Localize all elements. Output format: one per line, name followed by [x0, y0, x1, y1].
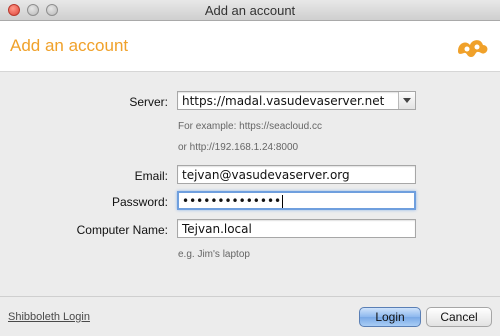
chevron-down-icon[interactable]: [398, 92, 415, 109]
password-value: ••••••••••••••: [182, 194, 282, 208]
password-label: Password:: [111, 195, 168, 209]
footer-divider: [0, 296, 500, 297]
server-label: Server:: [129, 95, 168, 109]
computer-name-hint: e.g. Jim's laptop: [178, 249, 250, 260]
computer-name-label: Computer Name:: [76, 223, 168, 237]
password-field[interactable]: ••••••••••••••: [177, 191, 416, 210]
login-button[interactable]: Login: [359, 307, 421, 327]
header-title: Add an account: [10, 36, 129, 55]
email-label: Email:: [134, 169, 168, 183]
dialog-header: Add an account: [0, 21, 500, 72]
seafile-logo-icon: [458, 40, 488, 57]
email-field[interactable]: tejvan@vasudevaserver.org: [177, 165, 416, 184]
title-bar: Add an account: [0, 0, 500, 21]
server-hint-example: For example: https://seacloud.cc: [178, 121, 322, 132]
text-caret: [282, 195, 284, 208]
computer-name-value: Tejvan.local: [182, 222, 252, 236]
computer-name-field[interactable]: Tejvan.local: [177, 219, 416, 238]
server-hint-ip: or http://192.168.1.24:8000: [178, 142, 299, 153]
server-combobox[interactable]: https://madal.vasudevaserver.net: [177, 91, 416, 110]
cancel-button[interactable]: Cancel: [426, 307, 492, 327]
window-title: Add an account: [204, 3, 296, 18]
shibboleth-login-link[interactable]: Shibboleth Login: [8, 311, 90, 323]
email-value: tejvan@vasudevaserver.org: [182, 168, 350, 182]
server-value: https://madal.vasudevaserver.net: [182, 94, 385, 108]
